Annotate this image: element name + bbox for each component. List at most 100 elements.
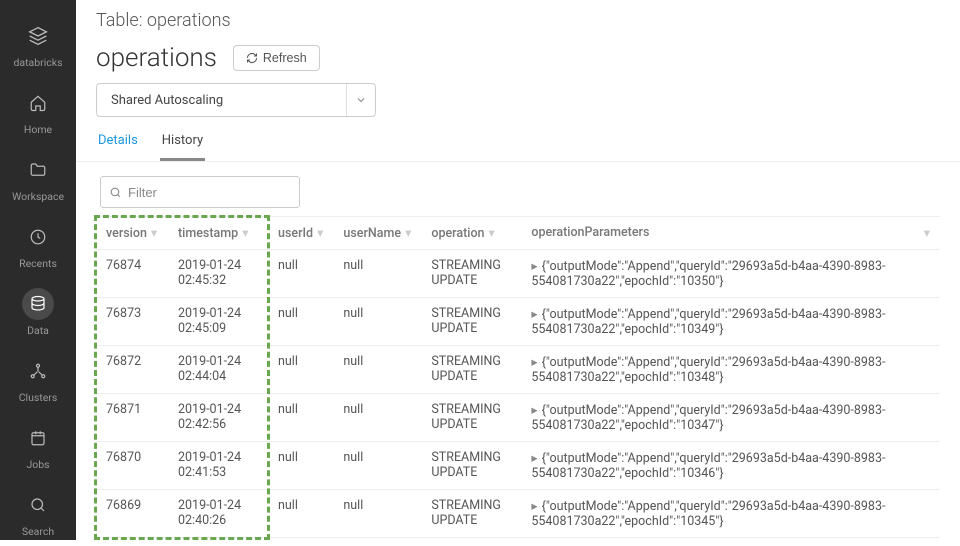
col-operationparameters[interactable]: operationParameters▾	[521, 217, 940, 250]
refresh-button[interactable]: Refresh	[233, 45, 320, 71]
table-row[interactable]: 768692019-01-2402:40:26nullnullSTREAMING…	[96, 490, 940, 538]
col-username[interactable]: userName▾	[333, 217, 421, 250]
cell-params[interactable]: ▸{"outputMode":"Append","queryId":"29693…	[521, 490, 940, 538]
sidebar-item-databricks[interactable]: databricks	[0, 10, 76, 77]
sidebar-item-clusters[interactable]: Clusters	[0, 345, 76, 412]
sidebar-item-label: Workspace	[12, 190, 64, 203]
cell-params[interactable]: ▸{"outputMode":"Append","queryId":"29693…	[521, 394, 940, 442]
sidebar-item-label: Home	[24, 123, 52, 136]
sidebar-item-jobs[interactable]: Jobs	[0, 412, 76, 479]
history-table-wrap: version▾ timestamp▾ userId▾ userName▾ op…	[96, 216, 940, 538]
cell-timestamp: 2019-01-2402:42:56	[168, 394, 268, 442]
sidebar-item-label: Clusters	[19, 391, 58, 404]
col-version[interactable]: version▾	[96, 217, 168, 250]
cell-version: 76873	[96, 298, 168, 346]
sidebar-item-label: Recents	[19, 257, 57, 270]
database-icon	[22, 288, 54, 320]
table-row[interactable]: 768722019-01-2402:44:04nullnullSTREAMING…	[96, 346, 940, 394]
cell-username: null	[333, 394, 421, 442]
cell-params[interactable]: ▸{"outputMode":"Append","queryId":"29693…	[521, 346, 940, 394]
chevron-down-icon	[347, 84, 375, 116]
sort-icon: ▾	[242, 225, 248, 241]
disclosure-icon: ▸	[531, 499, 537, 514]
sort-icon: ▾	[317, 225, 323, 241]
cell-operation: STREAMINGUPDATE	[421, 250, 521, 298]
filter-input-wrap[interactable]	[100, 176, 300, 208]
cell-username: null	[333, 346, 421, 394]
cell-version: 76872	[96, 346, 168, 394]
table-row[interactable]: 768702019-01-2402:41:53nullnullSTREAMING…	[96, 442, 940, 490]
sidebar-item-workspace[interactable]: Workspace	[0, 144, 76, 211]
cell-userid: null	[268, 250, 333, 298]
cell-username: null	[333, 490, 421, 538]
sidebar: databricks Home Workspace Recents Data C…	[0, 0, 76, 540]
cell-timestamp: 2019-01-2402:44:04	[168, 346, 268, 394]
cell-timestamp: 2019-01-2402:40:26	[168, 490, 268, 538]
sidebar-item-label: Data	[27, 324, 49, 337]
search-icon	[22, 489, 54, 521]
cell-userid: null	[268, 298, 333, 346]
cell-params[interactable]: ▸{"outputMode":"Append","queryId":"29693…	[521, 298, 940, 346]
cell-username: null	[333, 442, 421, 490]
cell-operation: STREAMINGUPDATE	[421, 442, 521, 490]
cell-operation: STREAMINGUPDATE	[421, 346, 521, 394]
clock-icon	[22, 221, 54, 253]
cluster-selected-value: Shared Autoscaling	[97, 84, 346, 116]
sidebar-item-data[interactable]: Data	[0, 278, 76, 345]
col-operation[interactable]: operation▾	[421, 217, 521, 250]
main-content: Table: operations operations Refresh Sha…	[76, 0, 960, 540]
network-icon	[22, 355, 54, 387]
cell-version: 76871	[96, 394, 168, 442]
sidebar-item-home[interactable]: Home	[0, 77, 76, 144]
cell-operation: STREAMINGUPDATE	[421, 394, 521, 442]
col-timestamp[interactable]: timestamp▾	[168, 217, 268, 250]
table-row[interactable]: 768712019-01-2402:42:56nullnullSTREAMING…	[96, 394, 940, 442]
cell-userid: null	[268, 490, 333, 538]
sidebar-item-label: Search	[22, 525, 54, 538]
cell-operation: STREAMINGUPDATE	[421, 490, 521, 538]
table-row[interactable]: 768742019-01-2402:45:32nullnullSTREAMING…	[96, 250, 940, 298]
cell-username: null	[333, 298, 421, 346]
cell-timestamp: 2019-01-2402:41:53	[168, 442, 268, 490]
cell-version: 76869	[96, 490, 168, 538]
sidebar-item-label: databricks	[13, 56, 62, 69]
filter-input[interactable]	[128, 185, 304, 200]
cell-timestamp: 2019-01-2402:45:32	[168, 250, 268, 298]
tabs: Details History	[76, 125, 960, 162]
col-userid[interactable]: userId▾	[268, 217, 333, 250]
disclosure-icon: ▸	[531, 259, 537, 274]
page-title: operations	[96, 43, 217, 73]
cell-userid: null	[268, 442, 333, 490]
cluster-select[interactable]: Shared Autoscaling	[96, 83, 376, 117]
disclosure-icon: ▸	[531, 355, 537, 370]
cell-timestamp: 2019-01-2402:45:09	[168, 298, 268, 346]
sidebar-item-recents[interactable]: Recents	[0, 211, 76, 278]
calendar-icon	[22, 422, 54, 454]
cell-params[interactable]: ▸{"outputMode":"Append","queryId":"29693…	[521, 250, 940, 298]
disclosure-icon: ▸	[531, 307, 537, 322]
cell-version: 76870	[96, 442, 168, 490]
cell-username: null	[333, 250, 421, 298]
sort-icon: ▾	[151, 225, 157, 241]
cell-operation: STREAMINGUPDATE	[421, 298, 521, 346]
home-icon	[22, 87, 54, 119]
breadcrumb: Table: operations	[76, 0, 960, 37]
cell-userid: null	[268, 346, 333, 394]
refresh-icon	[246, 52, 258, 64]
history-table: version▾ timestamp▾ userId▾ userName▾ op…	[96, 216, 940, 538]
layers-icon	[22, 20, 54, 52]
folder-icon	[22, 154, 54, 186]
disclosure-icon: ▸	[531, 403, 537, 418]
disclosure-icon: ▸	[531, 451, 537, 466]
sort-icon: ▾	[489, 225, 495, 241]
cell-params[interactable]: ▸{"outputMode":"Append","queryId":"29693…	[521, 442, 940, 490]
refresh-label: Refresh	[263, 51, 307, 65]
tab-details[interactable]: Details	[96, 125, 140, 161]
sidebar-item-search[interactable]: Search	[0, 479, 76, 546]
tab-history[interactable]: History	[160, 125, 205, 161]
sort-icon: ▾	[924, 225, 930, 241]
sort-icon: ▾	[405, 225, 411, 241]
cell-version: 76874	[96, 250, 168, 298]
table-row[interactable]: 768732019-01-2402:45:09nullnullSTREAMING…	[96, 298, 940, 346]
cell-userid: null	[268, 394, 333, 442]
